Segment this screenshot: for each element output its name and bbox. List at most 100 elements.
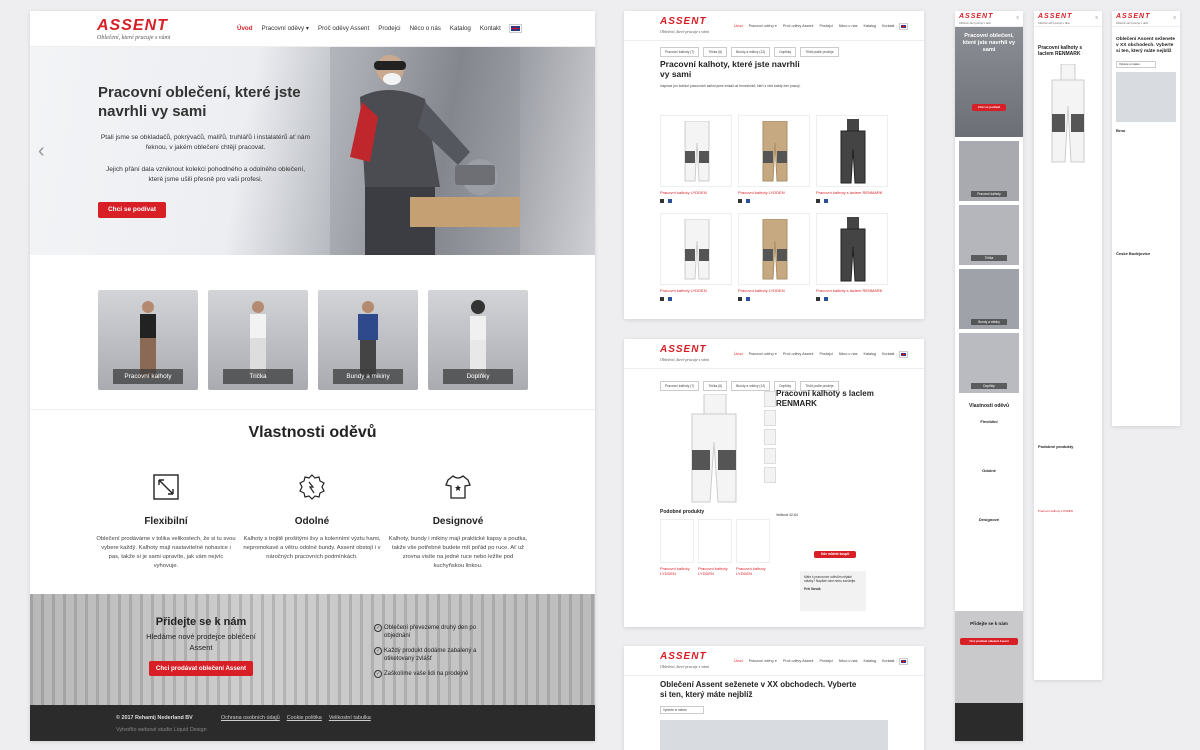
color-swatch[interactable] <box>816 297 820 301</box>
nav-item-home[interactable]: Úvod <box>734 24 743 29</box>
thumbnail[interactable] <box>764 429 776 445</box>
category-tile-pants[interactable]: Pracovní kalhoty <box>98 290 198 390</box>
brand-logo[interactable]: ASSENT <box>97 17 168 35</box>
footer-made-by[interactable]: Vytvořilo webové studio Liquid Design <box>116 727 207 733</box>
similar-product[interactable]: Pracovní kalhoty LYDDEN <box>736 519 770 576</box>
product-name[interactable]: Pracovní kalhoty LYDDEN <box>736 566 770 576</box>
color-swatch[interactable] <box>738 297 742 301</box>
product-card[interactable]: Pracovní kalhoty s laclem RENMARK <box>816 115 888 203</box>
nav-item-about[interactable]: Něco o nás <box>839 24 858 29</box>
nav-item-contact[interactable]: Kontakt <box>882 24 895 29</box>
hero-cta-button[interactable]: Chci se podívat <box>98 202 166 218</box>
nav-item-contact[interactable]: Kontakt <box>480 25 501 32</box>
product-card[interactable]: Pracovní kalhoty s laclem RENMARK <box>816 213 888 301</box>
brand-logo[interactable]: ASSENT <box>1116 13 1150 20</box>
uk-flag-icon[interactable] <box>899 23 909 30</box>
thumbnail[interactable] <box>764 467 776 483</box>
product-card[interactable]: Pracovní kalhoty LYDDEN <box>738 115 810 203</box>
brand-logo[interactable]: ASSENT <box>1038 13 1072 20</box>
thumbnail[interactable] <box>764 448 776 464</box>
nav-item-resellers[interactable]: Prodejci <box>819 659 832 664</box>
color-swatch[interactable] <box>824 199 828 203</box>
product-name[interactable]: Pracovní kalhoty LYDDEN <box>660 190 732 195</box>
join-cta-button[interactable]: Chci prodávat oblečení Assent <box>149 661 253 676</box>
product-name[interactable]: Pracovní kalhoty LYDDEN <box>660 566 694 576</box>
brand-logo[interactable]: ASSENT <box>660 344 707 355</box>
footer-link-privacy[interactable]: Ochrana osobních údajů <box>221 715 280 721</box>
hamburger-menu-icon[interactable]: ☰ <box>1016 16 1019 20</box>
color-swatch[interactable] <box>746 199 750 203</box>
hamburger-menu-icon[interactable]: ☰ <box>1173 16 1176 20</box>
stores-map[interactable] <box>1116 72 1176 122</box>
similar-product[interactable]: Pracovní kalhoty LYDDEN <box>660 519 694 576</box>
color-swatch[interactable] <box>660 297 664 301</box>
nav-item-workwear[interactable]: Pracovní oděvy ▾ <box>749 24 777 29</box>
nav-item-why-assent[interactable]: Proč oděvy Assent <box>783 352 814 357</box>
nav-item-catalog[interactable]: Katalog <box>450 25 471 32</box>
nav-item-workwear[interactable]: Pracovní oděvy ▾ <box>261 25 308 32</box>
stores-map[interactable] <box>660 720 888 750</box>
uk-flag-icon[interactable] <box>508 24 522 33</box>
nav-item-about[interactable]: Něco o nás <box>839 659 858 664</box>
uk-flag-icon[interactable] <box>899 658 909 665</box>
mobile-join-cta[interactable]: Chci prodávat oblečení Assent <box>960 638 1018 645</box>
color-swatch[interactable] <box>738 199 742 203</box>
city-select[interactable]: Vyberte si město <box>660 706 704 714</box>
color-swatch[interactable] <box>660 199 664 203</box>
nav-item-contact[interactable]: Kontakt <box>882 352 895 357</box>
category-tile-tshirts[interactable]: Trička <box>208 290 308 390</box>
city-select[interactable]: Vyberte si město <box>1116 61 1156 68</box>
nav-item-contact[interactable]: Kontakt <box>882 659 895 664</box>
color-swatch[interactable] <box>816 199 820 203</box>
product-card[interactable]: Pracovní kalhoty LYDDEN <box>738 213 810 301</box>
nav-item-about[interactable]: Něco o nás <box>839 352 858 357</box>
product-name[interactable]: Pracovní kalhoty s laclem RENMARK <box>816 288 888 293</box>
nav-item-why-assent[interactable]: Proč oděvy Assent <box>783 659 814 664</box>
uk-flag-icon[interactable] <box>899 351 909 358</box>
nav-item-resellers[interactable]: Prodejci <box>819 24 832 29</box>
footer-link-cookies[interactable]: Cookie politika <box>287 715 322 721</box>
brand-logo[interactable]: ASSENT <box>660 16 707 27</box>
filter-accessories[interactable]: Doplňky <box>774 47 797 57</box>
product-card[interactable]: Pracovní kalhoty LYDDEN <box>660 115 732 203</box>
product-name[interactable]: Pracovní kalhoty LYDDEN <box>698 566 732 576</box>
mobile-category-tile[interactable]: Trička <box>959 205 1019 265</box>
nav-item-resellers[interactable]: Prodejci <box>378 25 400 32</box>
nav-item-workwear[interactable]: Pracovní oděvy ▾ <box>749 659 777 664</box>
nav-item-home[interactable]: Úvod <box>734 352 743 357</box>
product-card[interactable]: Pracovní kalhoty LYDDEN <box>660 213 732 301</box>
product-name[interactable]: Pracovní kalhoty LYDDEN <box>738 190 810 195</box>
mobile-category-tile[interactable]: Pracovní kalhoty <box>959 141 1019 201</box>
nav-item-home[interactable]: Úvod <box>237 25 252 32</box>
filter-pants[interactable]: Pracovní kalhoty (7) <box>660 47 700 57</box>
mobile-category-tile[interactable]: Doplňky <box>959 333 1019 393</box>
slider-prev-icon[interactable]: ‹ <box>38 140 45 163</box>
filter-jackets[interactable]: Bundy a mikiny (12) <box>731 381 771 391</box>
product-name[interactable]: Pracovní kalhoty LYDDEN <box>738 288 810 293</box>
nav-item-catalog[interactable]: Katalog <box>863 24 876 29</box>
category-tile-accessories[interactable]: Doplňky <box>428 290 528 390</box>
category-tile-jackets[interactable]: Bundy a mikiny <box>318 290 418 390</box>
product-name[interactable]: Pracovní kalhoty s laclem RENMARK <box>816 190 888 195</box>
color-swatch[interactable] <box>668 199 672 203</box>
footer-link-sizes[interactable]: Velikostní tabulka <box>329 715 371 721</box>
brand-logo[interactable]: ASSENT <box>959 13 993 20</box>
filter-pants[interactable]: Pracovní kalhoty (7) <box>660 381 700 391</box>
nav-item-workwear[interactable]: Pracovní oděvy ▾ <box>749 352 777 357</box>
nav-item-why-assent[interactable]: Proč oděvy Assent <box>783 24 814 29</box>
color-swatch[interactable] <box>746 297 750 301</box>
where-to-buy-button[interactable]: Kde můžete koupit <box>814 551 856 558</box>
thumbnail[interactable] <box>764 410 776 426</box>
filter-tshirts[interactable]: Trička (6) <box>703 47 728 57</box>
product-name[interactable]: Pracovní kalhoty LYDDEN <box>1034 509 1102 513</box>
filter-jackets[interactable]: Bundy a mikiny (12) <box>731 47 771 57</box>
brand-logo[interactable]: ASSENT <box>660 651 707 662</box>
thumbnail[interactable] <box>764 391 776 407</box>
similar-product[interactable]: Pracovní kalhoty LYDDEN <box>698 519 732 576</box>
nav-item-resellers[interactable]: Prodejci <box>819 352 832 357</box>
nav-item-why-assent[interactable]: Proč oděvy Assent <box>318 25 369 32</box>
nav-item-about[interactable]: Něco o nás <box>410 25 441 32</box>
color-swatch[interactable] <box>824 297 828 301</box>
mobile-category-tile[interactable]: Bundy a mikiny <box>959 269 1019 329</box>
filter-tshirts[interactable]: Trička (6) <box>703 381 728 391</box>
